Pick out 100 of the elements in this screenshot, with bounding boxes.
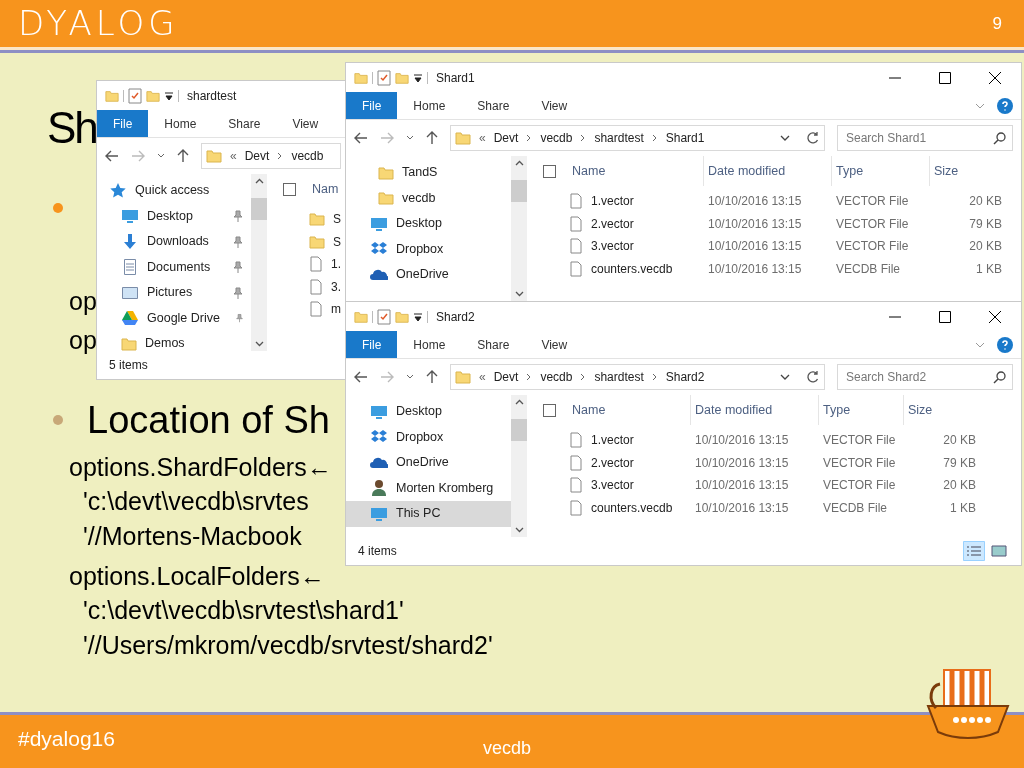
chevron-down-icon[interactable] xyxy=(406,374,414,380)
scrollbar-thumb[interactable] xyxy=(251,198,267,220)
ribbon-tab[interactable]: View xyxy=(276,110,335,137)
dropdown-icon[interactable] xyxy=(413,311,423,322)
scrollbar[interactable] xyxy=(511,156,527,301)
nav-item[interactable]: Morten Kromberg xyxy=(346,475,511,501)
file-name[interactable]: 1. xyxy=(331,255,341,274)
chevron-down-icon[interactable] xyxy=(254,341,264,347)
search-field[interactable]: Search Shard2 xyxy=(837,364,1013,390)
ribbon-tab[interactable]: Home xyxy=(397,92,462,119)
breadcrumb[interactable]: « xyxy=(479,368,486,386)
column-header[interactable]: Name xyxy=(568,156,691,186)
up-arrow-icon[interactable] xyxy=(426,131,438,145)
nav-item[interactable]: OneDrive xyxy=(346,450,511,476)
file-name[interactable]: counters.vecdb xyxy=(591,498,673,517)
checklist-icon[interactable] xyxy=(377,308,391,325)
refresh-icon[interactable] xyxy=(806,131,820,145)
nav-item[interactable]: Pictures xyxy=(97,280,251,306)
breadcrumb[interactable]: Devt xyxy=(244,147,270,165)
chevron-down-icon[interactable] xyxy=(406,135,414,141)
file-name[interactable]: 3.vector xyxy=(591,476,634,495)
column-header[interactable]: Size xyxy=(903,395,975,425)
dropdown-icon[interactable] xyxy=(413,72,423,83)
file-name[interactable]: m xyxy=(331,300,341,319)
scrollbar-thumb[interactable] xyxy=(511,419,527,441)
address-bar[interactable]: « Devt vecdb shardtest Shard1 xyxy=(450,125,825,151)
column-header[interactable]: Type xyxy=(818,395,891,425)
breadcrumb[interactable]: Devt xyxy=(493,129,519,147)
nav-item[interactable]: Google Drive xyxy=(97,305,251,331)
column-header[interactable]: Size xyxy=(929,156,1001,186)
help-icon[interactable] xyxy=(997,336,1013,353)
up-arrow-icon[interactable] xyxy=(426,370,438,384)
scrollbar[interactable] xyxy=(511,395,527,537)
ribbon-tab[interactable]: Share xyxy=(212,110,277,137)
breadcrumb[interactable]: « xyxy=(230,147,237,165)
maximize-icon[interactable] xyxy=(939,71,951,84)
scrollbar-thumb[interactable] xyxy=(511,180,527,202)
breadcrumb[interactable]: vecdb xyxy=(291,147,324,165)
file-menu-tab[interactable]: File xyxy=(97,110,149,137)
dropdown-icon[interactable] xyxy=(164,90,174,101)
file-name[interactable]: S xyxy=(333,232,341,251)
search-icon[interactable] xyxy=(993,371,1006,384)
close-icon[interactable] xyxy=(989,310,1001,323)
refresh-icon[interactable] xyxy=(806,370,820,384)
nav-item[interactable]: Desktop xyxy=(346,399,511,425)
nav-item[interactable]: Demos xyxy=(97,331,251,351)
chevron-down-icon[interactable] xyxy=(157,153,165,159)
select-all-checkbox[interactable] xyxy=(283,182,296,196)
ribbon-tab[interactable]: Home xyxy=(397,331,462,358)
checklist-icon[interactable] xyxy=(128,87,142,104)
ribbon-tab[interactable]: View xyxy=(525,331,584,358)
nav-item[interactable]: Desktop xyxy=(97,203,251,229)
ribbon-tab[interactable]: Share xyxy=(461,331,526,358)
file-name[interactable]: S xyxy=(333,210,341,229)
back-arrow-icon[interactable] xyxy=(105,150,119,162)
nav-item[interactable]: Desktop xyxy=(346,211,511,237)
breadcrumb[interactable]: vecdb xyxy=(540,129,573,147)
nav-item[interactable]: Dropbox xyxy=(346,424,511,450)
close-icon[interactable] xyxy=(989,71,1001,84)
nav-item[interactable]: TandS xyxy=(346,160,511,186)
column-header[interactable]: Nam xyxy=(308,174,349,204)
chevron-down-icon[interactable] xyxy=(780,134,790,142)
chevron-down-icon[interactable] xyxy=(514,291,524,297)
search-icon[interactable] xyxy=(993,132,1006,145)
select-all-checkbox[interactable] xyxy=(543,403,556,417)
nav-item[interactable]: Dropbox xyxy=(346,236,511,262)
breadcrumb[interactable]: « xyxy=(479,129,486,147)
maximize-icon[interactable] xyxy=(939,310,951,323)
breadcrumb[interactable]: shardtest xyxy=(594,129,644,147)
breadcrumb[interactable]: Devt xyxy=(493,368,519,386)
file-menu-tab[interactable]: File xyxy=(346,331,398,358)
address-bar[interactable]: « Devt vecdb shardtest Shard2 xyxy=(450,364,825,390)
file-name[interactable]: 2.vector xyxy=(591,453,634,472)
up-arrow-icon[interactable] xyxy=(177,149,189,163)
chevron-up-icon[interactable] xyxy=(254,178,264,184)
nav-item[interactable]: Documents xyxy=(97,254,251,280)
column-header[interactable]: Date modified xyxy=(703,156,819,186)
chevron-down-icon[interactable] xyxy=(780,373,790,381)
search-field[interactable]: Search Shard1 xyxy=(837,125,1013,151)
breadcrumb[interactable]: Shard2 xyxy=(665,368,705,386)
ribbon-tab[interactable]: Share xyxy=(461,92,526,119)
chevron-up-icon[interactable] xyxy=(514,160,524,166)
back-arrow-icon[interactable] xyxy=(354,371,368,383)
nav-item[interactable]: Downloads xyxy=(97,229,251,255)
scrollbar[interactable] xyxy=(251,174,267,351)
file-name[interactable]: 1.vector xyxy=(591,192,634,211)
nav-item[interactable]: vecdb xyxy=(346,185,511,211)
ribbon-tab[interactable]: Home xyxy=(148,110,213,137)
breadcrumb[interactable]: shardtest xyxy=(594,368,644,386)
file-name[interactable]: 1.vector xyxy=(591,431,634,450)
file-name[interactable]: 2.vector xyxy=(591,214,634,233)
back-arrow-icon[interactable] xyxy=(354,132,368,144)
help-icon[interactable] xyxy=(997,97,1013,114)
column-header[interactable]: Name xyxy=(568,395,678,425)
file-menu-tab[interactable]: File xyxy=(346,92,398,119)
column-header[interactable]: Type xyxy=(831,156,917,186)
checklist-icon[interactable] xyxy=(377,69,391,86)
nav-item[interactable]: This PC xyxy=(346,501,511,527)
chevron-down-icon[interactable] xyxy=(514,527,524,533)
breadcrumb[interactable]: Shard1 xyxy=(665,129,705,147)
